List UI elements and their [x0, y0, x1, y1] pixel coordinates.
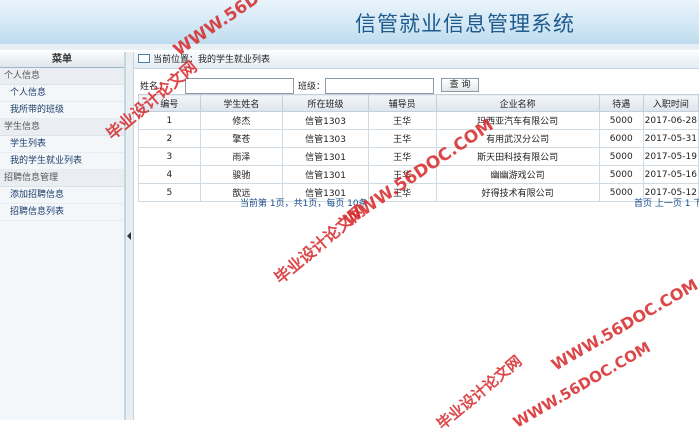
header-salary[interactable]: 待遇	[598, 94, 644, 112]
sidebar-item-my-student-employment[interactable]: 我的学生就业列表	[0, 153, 124, 170]
pager-next-link[interactable]: 下	[693, 199, 699, 209]
cell-class: 信管1303	[282, 111, 369, 130]
app-title: 信管就业信息管理系统	[355, 12, 575, 36]
app-header: 信管就业信息管理系统	[0, 0, 699, 44]
cell-company: 幽幽游戏公司	[435, 165, 600, 184]
cell-hire-date: 2017-06-28	[642, 111, 699, 130]
table-row[interactable]: 1 修杰 信管1303 王华 玛西亚汽车有限公司 5000 2017-06-28	[138, 111, 699, 130]
header-student-name[interactable]: 学生姓名	[199, 94, 284, 112]
sidebar-item-add-recruitment[interactable]: 添加招聘信息	[0, 187, 124, 204]
cell-salary: 6000	[598, 129, 644, 148]
header-hire-date[interactable]: 入职时间	[642, 94, 699, 112]
cell-id: 5	[138, 183, 201, 202]
cell-student-name: 修杰	[199, 111, 284, 130]
pager-page-link[interactable]: 1	[685, 199, 691, 209]
search-bar: 姓名： 班级： 查 询	[134, 78, 699, 94]
search-button[interactable]: 查 询	[441, 78, 479, 92]
cell-salary: 5000	[598, 147, 644, 166]
table-header-row: 编号 学生姓名 所在班级 辅导员 企业名称 待遇 入职时间	[138, 94, 699, 112]
cell-student-name: 擎苍	[199, 129, 284, 148]
cell-class: 信管1301	[282, 165, 369, 184]
cell-counselor: 王华	[367, 129, 437, 148]
cell-company: 好得技术有限公司	[435, 183, 600, 202]
cell-hire-date: 2017-05-31	[642, 129, 699, 148]
sidebar-item-recruitment-list[interactable]: 招聘信息列表	[0, 204, 124, 221]
cell-student-name: 骏驰	[199, 165, 284, 184]
header-company[interactable]: 企业名称	[435, 94, 600, 112]
sidebar-group-personal[interactable]: 个人信息	[0, 68, 124, 85]
sidebar: 菜单 个人信息 个人信息 我所带的班级 学生信息 学生列表 我的学生就业列表 招…	[0, 52, 125, 420]
cell-class: 信管1303	[282, 129, 369, 148]
cell-hire-date: 2017-05-19	[642, 147, 699, 166]
name-input[interactable]	[185, 78, 294, 94]
collapse-arrow-icon[interactable]	[127, 232, 131, 240]
breadcrumb: 当前位置：我的学生就业列表	[134, 52, 699, 69]
table-row[interactable]: 5 歆远 信管1301 王华 好得技术有限公司 5000 2017-05-12	[138, 183, 699, 202]
sidebar-item-my-classes[interactable]: 我所带的班级	[0, 102, 124, 119]
cell-id: 4	[138, 165, 201, 184]
cell-company: 玛西亚汽车有限公司	[435, 111, 600, 130]
cell-class: 信管1301	[282, 147, 369, 166]
cell-salary: 5000	[598, 165, 644, 184]
menu-title: 菜单	[0, 52, 124, 68]
header-class[interactable]: 所在班级	[282, 94, 369, 112]
pager-links: 首页 上一页 1 下	[634, 196, 699, 209]
document-icon	[138, 54, 150, 63]
sidebar-group-recruitment[interactable]: 招聘信息管理	[0, 170, 124, 187]
breadcrumb-text: 当前位置：我的学生就业列表	[153, 55, 271, 65]
cell-id: 2	[138, 129, 201, 148]
class-label: 班级：	[298, 82, 326, 92]
cell-salary: 5000	[598, 111, 644, 130]
class-input[interactable]	[325, 78, 434, 94]
cell-counselor: 王华	[367, 111, 437, 130]
pager-first-link[interactable]: 首页	[634, 199, 652, 209]
header-divider	[0, 44, 699, 50]
header-counselor[interactable]: 辅导员	[367, 94, 437, 112]
sidebar-item-student-list[interactable]: 学生列表	[0, 136, 124, 153]
table-row[interactable]: 2 擎苍 信管1303 王华 有用武汉分公司 6000 2017-05-31	[138, 129, 699, 148]
sidebar-item-personal-info[interactable]: 个人信息	[0, 85, 124, 102]
cell-student-name: 雨泽	[199, 147, 284, 166]
cell-id: 3	[138, 147, 201, 166]
employment-table: 编号 学生姓名 所在班级 辅导员 企业名称 待遇 入职时间 1 修杰 信管130…	[138, 94, 699, 202]
cell-hire-date: 2017-05-16	[642, 165, 699, 184]
pager-prev-link[interactable]: 上一页	[655, 199, 682, 209]
